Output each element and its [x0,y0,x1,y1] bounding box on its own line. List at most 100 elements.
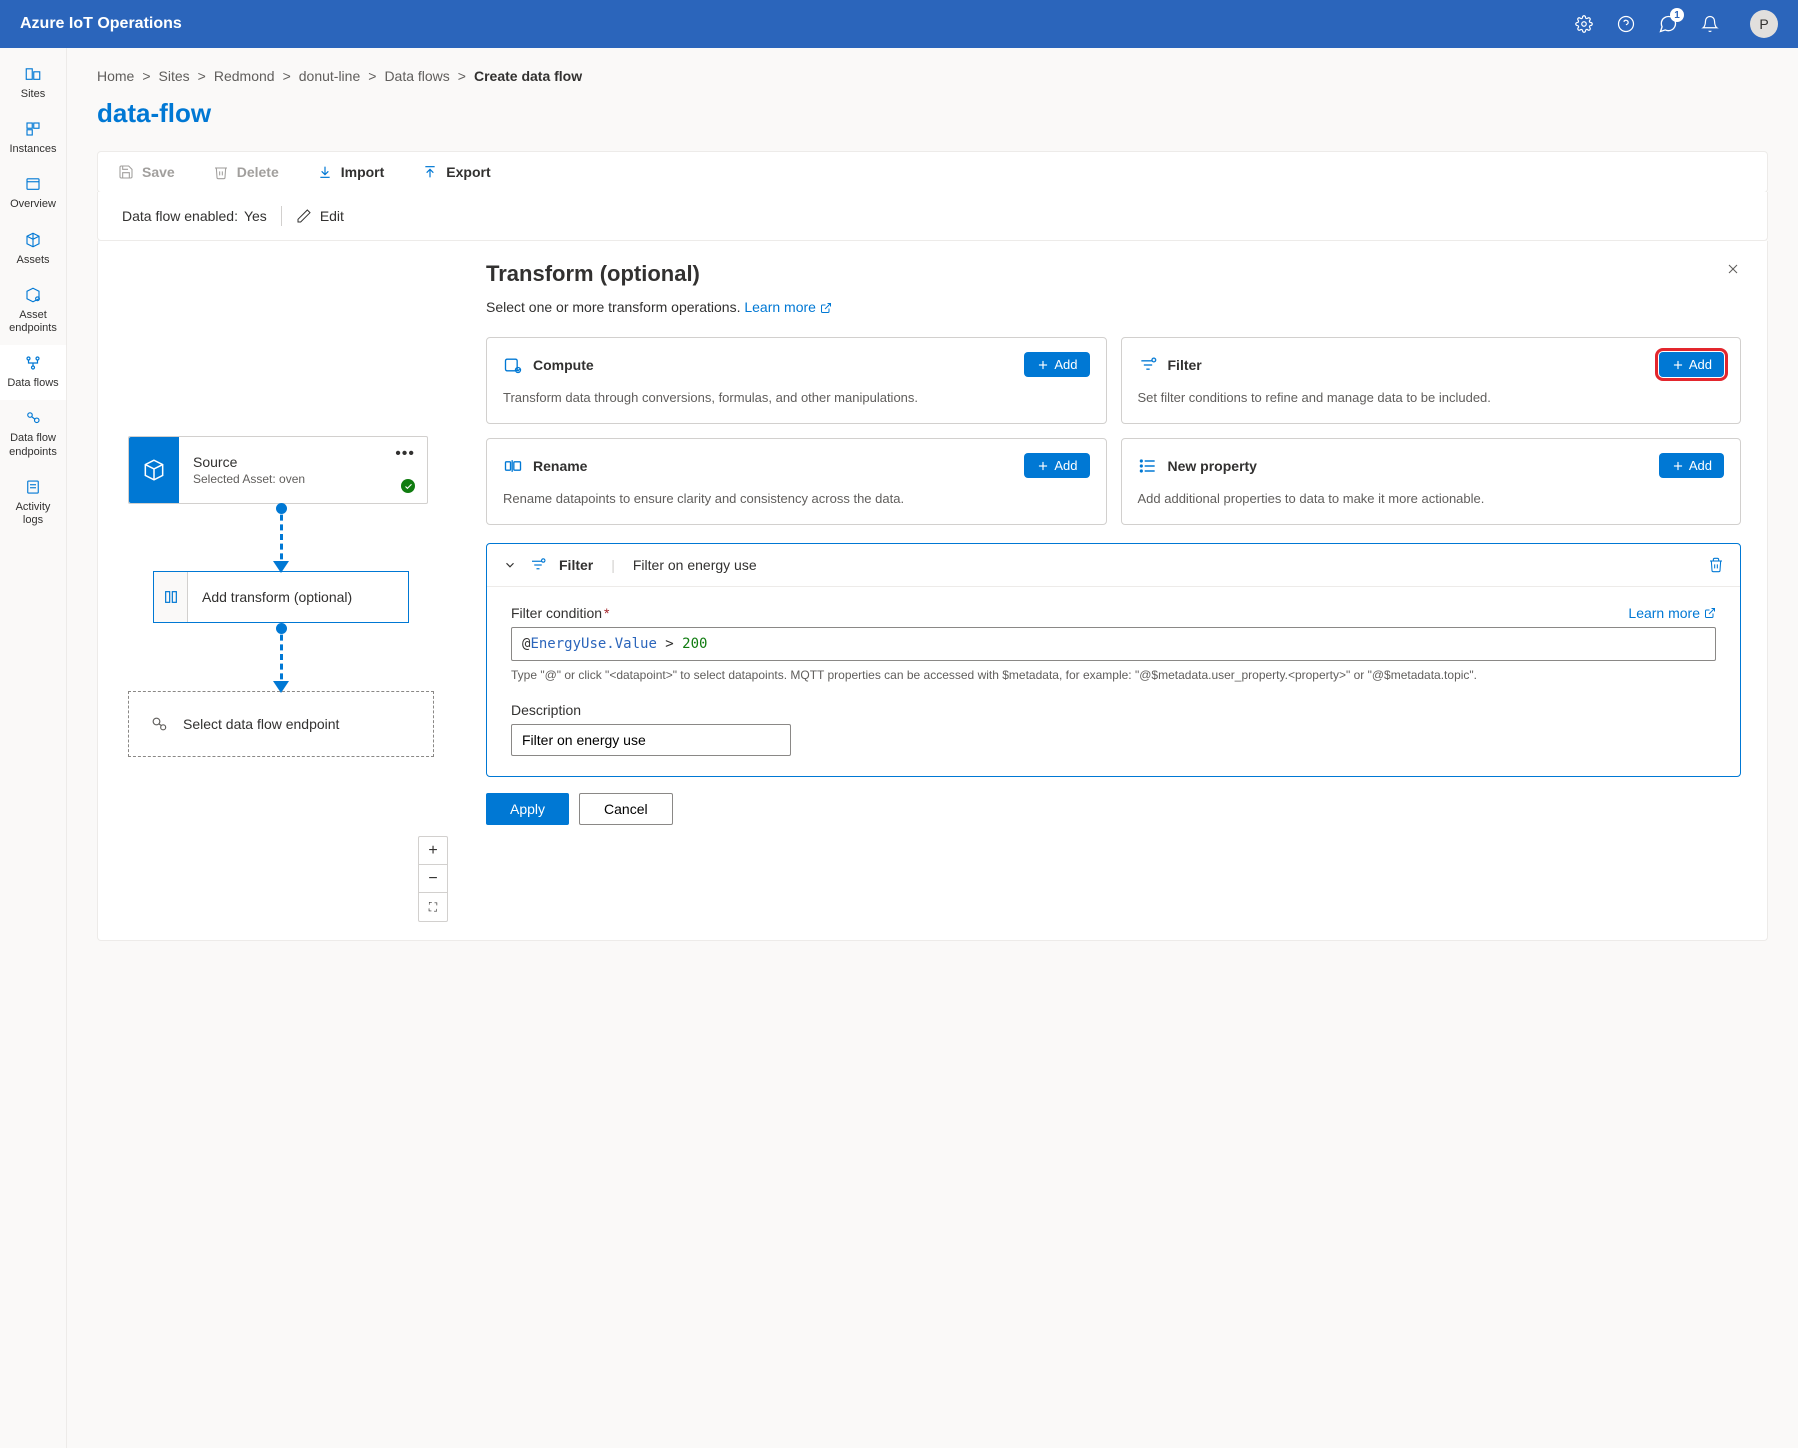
sidebar-item-assets[interactable]: Assets [0,222,66,277]
compute-icon [503,355,523,375]
source-title: Source [193,454,413,470]
sidebar-item-instances[interactable]: Instances [0,111,66,166]
enabled-row: Data flow enabled: Yes Edit [97,192,1768,241]
divider [281,206,282,226]
transform-icon [154,572,188,622]
source-node[interactable]: Source Selected Asset: oven ••• [128,436,428,504]
zoom-controls: + − ⛶ [418,836,448,922]
panel-subtitle: Select one or more transform operations.… [486,299,1741,315]
instances-icon [23,119,43,139]
breadcrumb-link[interactable]: Redmond [214,68,275,84]
flow-canvas[interactable]: Source Selected Asset: oven ••• Add tran [98,241,462,940]
transform-panel: Transform (optional) Select one or more … [462,241,1767,940]
sidebar-item-asset-endpoints[interactable]: Asset endpoints [0,277,66,345]
delete-icon [213,164,229,180]
breadcrumb-link[interactable]: Sites [159,68,190,84]
check-icon [401,479,415,493]
zoom-out-button[interactable]: − [419,865,447,893]
filter-editor-header: Filter | Filter on energy use [487,544,1740,587]
bell-icon[interactable] [1700,14,1720,34]
compute-add-button[interactable]: Add [1024,352,1089,377]
sidebar-item-dataflow-endpoints[interactable]: Data flow endpoints [0,400,66,468]
breadcrumb-current: Create data flow [474,68,582,84]
dataflow-endpoints-icon [23,408,43,428]
rename-card: Rename Add Rename datapoints to ensure c… [486,438,1107,525]
source-subtitle: Selected Asset: oven [193,472,413,486]
condition-label: Filter condition* [511,605,610,621]
sidebar-item-activity-logs[interactable]: Activity logs [0,469,66,537]
description-input[interactable] [511,724,791,756]
import-button[interactable]: Import [317,164,385,180]
feedback-icon[interactable]: 1 [1658,14,1678,34]
notification-badge: 1 [1670,8,1684,22]
rename-add-button[interactable]: Add [1024,453,1089,478]
sidebar-label: Sites [21,88,45,101]
zoom-in-button[interactable]: + [419,837,447,865]
sidebar-label: Asset endpoints [4,309,62,335]
breadcrumb-link[interactable]: donut-line [299,68,361,84]
card-title: New property [1168,458,1257,474]
close-icon[interactable] [1725,261,1741,277]
connector [280,625,283,689]
filter-condition-input[interactable]: @EnergyUse.Value > 200 [511,627,1716,661]
enabled-value: Yes [244,208,267,224]
more-icon[interactable]: ••• [395,445,415,463]
settings-icon[interactable] [1574,14,1594,34]
app-title: Azure IoT Operations [20,15,182,33]
card-desc: Add additional properties to data to mak… [1138,490,1725,508]
sites-icon [23,64,43,84]
avatar[interactable]: P [1750,10,1778,38]
condition-learn-more[interactable]: Learn more [1628,605,1716,621]
external-link-icon [820,302,832,314]
card-desc: Transform data through conversions, form… [503,389,1090,407]
card-title: Filter [1168,357,1202,373]
panel-title: Transform (optional) [486,261,700,287]
sidebar-item-sites[interactable]: Sites [0,56,66,111]
filter-card: Filter Add Set filter conditions to refi… [1121,337,1742,424]
zoom-fit-button[interactable]: ⛶ [419,893,447,921]
learn-more-link[interactable]: Learn more [744,299,831,315]
rename-icon [503,456,523,476]
compute-card: Compute Add Transform data through conve… [486,337,1107,424]
breadcrumb-link[interactable]: Data flows [384,68,449,84]
sidebar-item-data-flows[interactable]: Data flows [0,345,66,400]
transform-node[interactable]: Add transform (optional) [153,571,409,623]
newprop-add-button[interactable]: Add [1659,453,1724,478]
description-label: Description [511,702,1716,718]
assets-icon [23,230,43,250]
sidebar-label: Assets [16,254,49,267]
sidebar-label: Instances [9,143,56,156]
sidebar-label: Activity logs [4,501,62,527]
filter-add-button[interactable]: Add [1659,352,1724,377]
endpoint-node[interactable]: Select data flow endpoint [128,691,434,757]
panel-actions: Apply Cancel [486,793,1741,825]
help-icon[interactable] [1616,14,1636,34]
header-actions: 1 P [1574,10,1778,38]
sidebar-item-overview[interactable]: Overview [0,166,66,221]
filter-editor: Filter | Filter on energy use Filter con… [486,543,1741,777]
filter-icon [1138,355,1158,375]
app-header: Azure IoT Operations 1 P [0,0,1798,48]
save-icon [118,164,134,180]
breadcrumb: Home> Sites> Redmond> donut-line> Data f… [97,68,1768,84]
save-button: Save [118,164,175,180]
delete-filter-button[interactable] [1708,557,1724,573]
export-button[interactable]: Export [422,164,490,180]
import-icon [317,164,333,180]
cancel-button[interactable]: Cancel [579,793,673,825]
activity-logs-icon [23,477,43,497]
condition-hint: Type "@" or click "<datapoint>" to selec… [511,667,1716,684]
toolbar: Save Delete Import Export [97,151,1768,193]
breadcrumb-link[interactable]: Home [97,68,134,84]
edit-button[interactable]: Edit [296,208,344,224]
sidebar-label: Data flow endpoints [4,432,62,458]
card-desc: Rename datapoints to ensure clarity and … [503,490,1090,508]
connector [280,505,283,569]
external-link-icon [1704,607,1716,619]
editor-head-label: Filter [559,557,593,573]
sidebar-label: Overview [10,198,56,211]
apply-button[interactable]: Apply [486,793,569,825]
card-title: Rename [533,458,587,474]
chevron-down-icon[interactable] [503,558,517,572]
newprop-card: New property Add Add additional properti… [1121,438,1742,525]
